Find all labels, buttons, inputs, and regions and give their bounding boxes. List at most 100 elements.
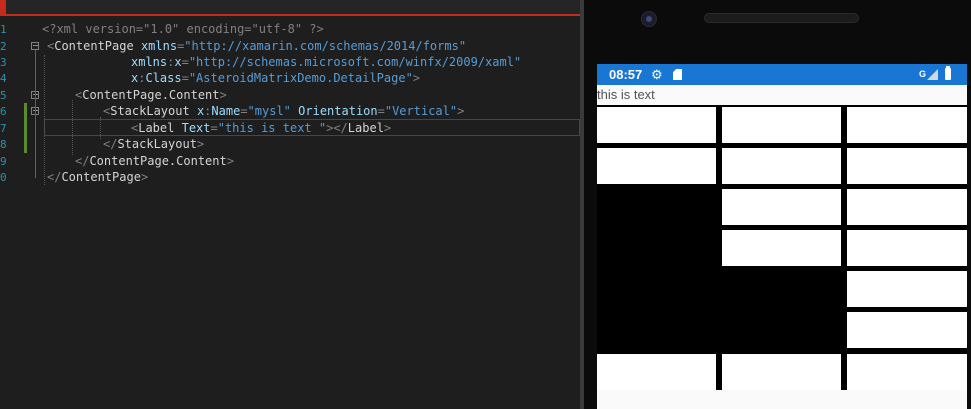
- code-line[interactable]: 2 − <ContentPage xmlns="http://xamarin.com…: [0, 38, 580, 55]
- code-token: =: [181, 55, 189, 69]
- grid-cell: [847, 312, 967, 348]
- code-token: >: [412, 71, 421, 85]
- code-token: xmlns: [140, 39, 178, 53]
- network-type-label: G: [919, 69, 927, 79]
- grid-cell: [847, 107, 967, 143]
- code-token: ContentPage.Content: [82, 88, 220, 102]
- battery-icon: [945, 66, 951, 80]
- code-text: x:Class="AsteroidMatrixDemo.DetailPage">: [131, 70, 420, 87]
- editor-tab[interactable]: [0, 0, 6, 14]
- code-token: </: [75, 154, 90, 168]
- bottom-area: [597, 390, 967, 409]
- android-status-bar: 08:57 ⚙ G: [597, 64, 967, 85]
- code-line[interactable]: 1 <?xml version="1.0" encoding="utf-8" ?>: [0, 21, 580, 38]
- code-token: Name: [211, 104, 241, 118]
- grid-cell: [722, 148, 841, 184]
- grid-cell: [847, 148, 967, 184]
- code-token: >: [219, 88, 227, 102]
- code-token: Label: [138, 121, 182, 135]
- fold-region-line: [35, 50, 36, 178]
- code-token: ContentPage: [61, 170, 141, 184]
- code-token: StackLayout: [110, 104, 197, 118]
- code-token: "mysl": [247, 104, 291, 118]
- code-token: =: [377, 104, 385, 118]
- editor-tab-bar: [0, 0, 580, 16]
- grid-cell: [722, 107, 841, 143]
- code-token: >: [226, 154, 234, 168]
- code-token: Orientation: [298, 104, 378, 118]
- code-token: Text: [181, 121, 211, 135]
- code-token: "AsteroidMatrixDemo.DetailPage": [188, 71, 413, 85]
- code-line[interactable]: 9 </ContentPage.Content>: [0, 153, 580, 170]
- code-text: </ContentPage.Content>: [75, 153, 234, 170]
- code-line[interactable]: 4 x:Class="AsteroidMatrixDemo.DetailPage"…: [0, 70, 580, 87]
- code-text: <StackLayout x:Name="mysl" Orientation="…: [103, 103, 464, 120]
- code-token: >: [383, 121, 392, 135]
- code-line[interactable]: 3 xmlns:x="http://schemas.microsoft.com/w…: [0, 54, 580, 71]
- line-number: 1: [0, 23, 7, 36]
- code-token: Class: [145, 71, 182, 85]
- grid-cell: [597, 354, 716, 390]
- change-indicator: [24, 103, 27, 153]
- code-token: </: [47, 170, 62, 184]
- indent-guide: [72, 100, 73, 155]
- code-token: </: [103, 137, 118, 151]
- gear-icon: ⚙: [651, 67, 663, 82]
- code-line[interactable]: 5− <ContentPage.Content>: [0, 87, 580, 104]
- line-number: 9: [0, 155, 7, 168]
- sdcard-icon: [673, 69, 682, 80]
- phone-screen[interactable]: 08:57 ⚙ G this is text: [597, 64, 967, 409]
- indent-guide: [100, 117, 101, 139]
- code-token: >: [196, 137, 205, 151]
- code-editor[interactable]: 1 <?xml version="1.0" encoding="utf-8" ?>…: [0, 0, 580, 409]
- code-token: "Vertical": [384, 104, 458, 118]
- grid-cell: [847, 189, 967, 225]
- line-number: 8: [0, 138, 7, 151]
- code-token: ContentPage: [54, 39, 141, 53]
- app-label: this is text: [597, 87, 655, 102]
- tab-accent-line: [0, 14, 580, 16]
- code-token: ContentPage.Content: [89, 154, 227, 168]
- grid-cell: [722, 354, 841, 390]
- code-token: =: [210, 121, 218, 135]
- code-token: "http://xamarin.com/schemas/2014/forms": [184, 39, 467, 53]
- code-line[interactable]: 6− <StackLayout x:Name="mysl" Orientation…: [0, 103, 580, 120]
- code-token: =: [181, 71, 189, 85]
- label-row: this is text: [597, 85, 967, 105]
- code-token: >: [140, 170, 149, 184]
- code-line[interactable]: 8 </StackLayout>: [0, 136, 580, 153]
- earpiece-speaker: [704, 13, 859, 23]
- code-token: <?xml version="1.0" encoding="utf-8" ?>: [42, 22, 324, 36]
- code-line[interactable]: 0 </ContentPage>: [0, 169, 580, 186]
- code-token: Label: [347, 121, 384, 135]
- grid-cell: [847, 230, 967, 266]
- code-token: "this is text ": [217, 121, 327, 135]
- code-text: </StackLayout>: [103, 136, 204, 153]
- grid-cell: [722, 230, 841, 266]
- code-token: ></: [326, 121, 348, 135]
- grid-cell: [597, 107, 716, 143]
- collapse-icon[interactable]: −: [31, 42, 39, 50]
- code-token: xmlns: [131, 55, 168, 69]
- line-number: 7: [0, 122, 7, 135]
- code-token: =: [240, 104, 248, 118]
- code-token: StackLayout: [117, 137, 197, 151]
- code-token: x: [174, 55, 182, 69]
- grid-cell: [722, 189, 841, 225]
- code-line[interactable]: 7 <Label Text="this is text "></Label>: [0, 120, 580, 137]
- code-text: <ContentPage.Content>: [75, 87, 227, 104]
- status-time: 08:57: [609, 67, 643, 82]
- indent-guide: [44, 55, 45, 185]
- line-number: 3: [0, 56, 7, 69]
- code-text: </ContentPage>: [47, 169, 148, 186]
- code-token: >: [457, 104, 465, 118]
- line-number: 2: [0, 40, 7, 53]
- line-number: 6: [0, 105, 7, 118]
- front-camera-icon: [641, 11, 657, 27]
- line-number: 4: [0, 72, 7, 85]
- grid-cell: [847, 354, 967, 390]
- grid-cell: [597, 148, 716, 184]
- code-text: <ContentPage xmlns="http://xamarin.com/s…: [47, 38, 466, 55]
- code-text: <Label Text="this is text "></Label>: [131, 120, 391, 137]
- grid-cell: [847, 271, 967, 307]
